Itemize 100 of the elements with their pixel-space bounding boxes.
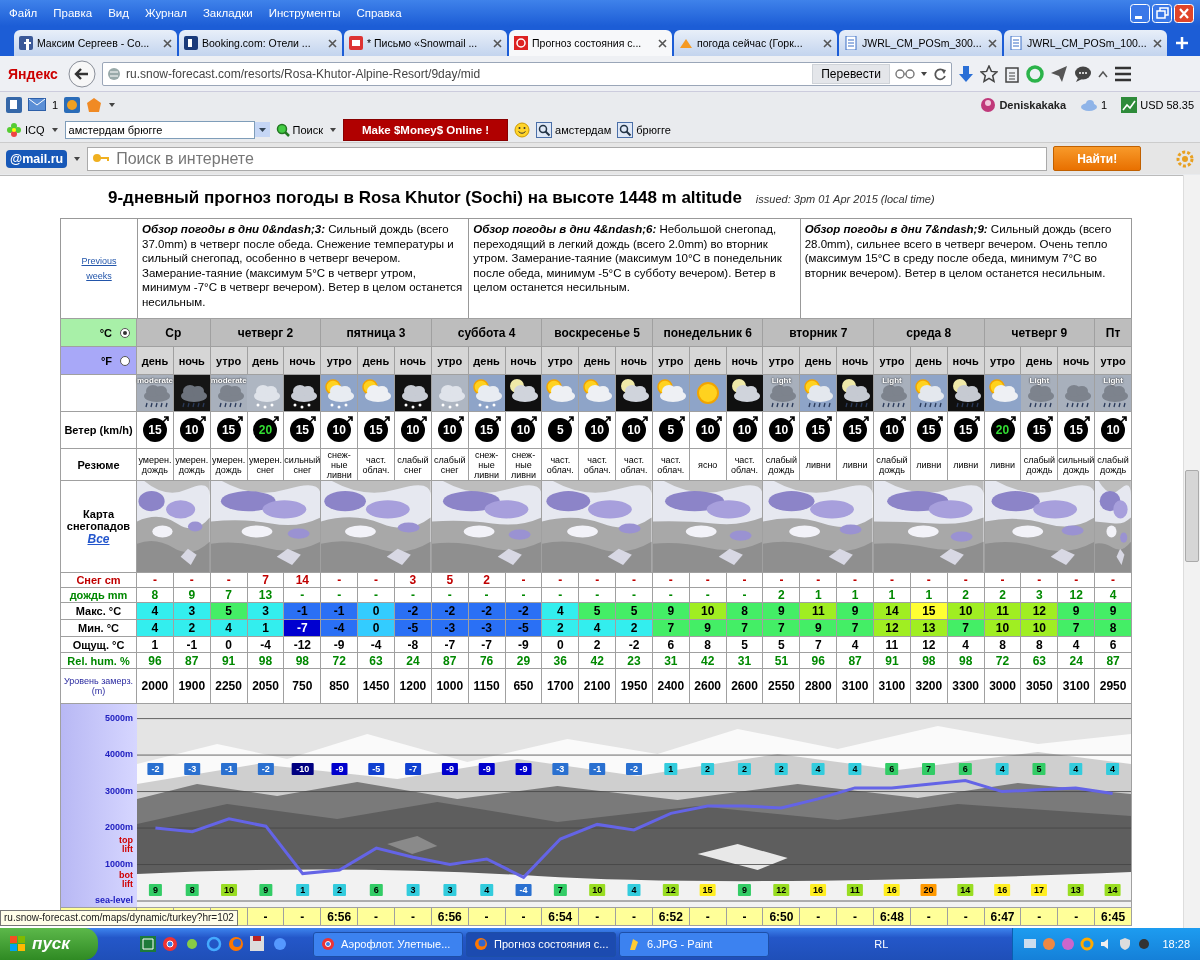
- close-icon[interactable]: [163, 38, 172, 48]
- table-cell: 2: [468, 573, 506, 588]
- link-tooltip: ru.snow-forecast.com/maps/dynamic/turkey?hr=102: [0, 910, 238, 926]
- caret-icon[interactable]: [108, 100, 117, 109]
- menu-item[interactable]: Справка: [348, 7, 410, 19]
- issued-time: issued: 3pm 01 Apr 2015 (local time): [755, 193, 935, 205]
- mail-logo[interactable]: @mail.ru: [6, 149, 68, 168]
- table-cell: 4: [579, 620, 617, 637]
- period-header: утро: [652, 347, 690, 375]
- restore-button[interactable]: [1152, 3, 1172, 23]
- circle-icon[interactable]: [1137, 937, 1152, 951]
- table-cell: -: [358, 908, 395, 926]
- table-cell: 14: [284, 573, 322, 588]
- globe-icon[interactable]: [272, 936, 288, 952]
- reload-icon[interactable]: [933, 66, 947, 81]
- clipboard-icon[interactable]: [1004, 64, 1020, 83]
- close-icon[interactable]: [988, 38, 997, 48]
- minimize-button[interactable]: [1130, 3, 1150, 23]
- wind-speed: 10: [732, 418, 757, 442]
- plus-icon[interactable]: [1175, 36, 1189, 50]
- monitor-icon[interactable]: [1023, 937, 1038, 951]
- chat-icon[interactable]: [1074, 64, 1092, 83]
- caret-icon: [920, 69, 928, 78]
- temperature-badge: -3: [552, 763, 569, 775]
- wind-speed: 15: [953, 418, 978, 442]
- close-icon[interactable]: [1153, 38, 1162, 48]
- caret-icon[interactable]: [329, 125, 338, 134]
- table-cell: 3: [173, 603, 211, 620]
- close-icon[interactable]: [823, 38, 832, 48]
- table-cell: 6:47: [984, 908, 1022, 926]
- search-link[interactable]: брюгге: [636, 123, 671, 136]
- taskbar-button[interactable]: Прогноз состояния с...: [466, 931, 616, 957]
- floppy-icon[interactable]: [250, 936, 266, 952]
- shield-icon[interactable]: [1118, 937, 1133, 951]
- menu-item[interactable]: Закладки: [194, 7, 261, 19]
- paper-plane-icon[interactable]: [1050, 64, 1068, 83]
- smiley-icon[interactable]: [514, 121, 531, 138]
- glasses-icon: [895, 68, 915, 79]
- arrow-icon: [1008, 415, 1018, 424]
- search-button[interactable]: Поиск: [292, 123, 324, 136]
- translate-button[interactable]: Перевести: [812, 63, 890, 84]
- close-icon[interactable]: [328, 38, 337, 48]
- browser-tab[interactable]: JWRL_CM_POSm_100...: [1004, 30, 1167, 56]
- circle-icon[interactable]: [64, 96, 81, 113]
- table-cell: 9: [1095, 603, 1132, 620]
- menu-item[interactable]: Инструменты: [260, 7, 349, 19]
- close-icon[interactable]: [658, 38, 667, 48]
- period-header: ночь: [726, 347, 764, 375]
- address-field[interactable]: ru.snow-forecast.com/resorts/Rosa-Khutor-Alpine-Resort/9day/mid Перевести: [102, 61, 952, 86]
- globe-icon[interactable]: [206, 936, 222, 952]
- previous-weeks-link[interactable]: Previous weeks: [77, 254, 121, 283]
- browser-tab[interactable]: Максим Сергеев - Co...: [14, 30, 177, 56]
- table-cell: -12: [284, 637, 322, 653]
- temperature-badge: 4: [1106, 763, 1120, 775]
- square-icon[interactable]: [6, 96, 22, 113]
- menu-item[interactable]: Журнал: [136, 7, 195, 19]
- radio-button[interactable]: [120, 327, 130, 338]
- radio-button[interactable]: [120, 355, 130, 366]
- table-cell: 87: [1095, 653, 1132, 669]
- user-name[interactable]: Deniskakaka: [999, 98, 1067, 111]
- menu-item[interactable]: Вид: [100, 7, 137, 19]
- taskbar-button[interactable]: 6.JPG - Paint: [619, 931, 769, 957]
- icq-button[interactable]: ICQ: [25, 123, 45, 136]
- table-cell: 3: [247, 603, 285, 620]
- menu-item[interactable]: Правка: [45, 7, 101, 19]
- browser-tab[interactable]: Booking.com: Отели ...: [179, 30, 342, 56]
- envelope-icon[interactable]: [28, 98, 46, 111]
- browser-tab[interactable]: * Письмо «Snowmail ...: [344, 30, 507, 56]
- table-cell: 87: [431, 653, 469, 669]
- ad-button[interactable]: Make $Money$ Online !: [343, 118, 509, 141]
- download-icon[interactable]: [958, 64, 974, 83]
- search-query-field[interactable]: амстердам брюгге: [64, 120, 255, 139]
- browser-tab[interactable]: JWRL_CM_POSm_300...: [839, 30, 1002, 56]
- table-cell: -: [579, 908, 617, 926]
- browser-tab[interactable]: погода сейчас (Горк...: [674, 30, 837, 56]
- all-maps-link[interactable]: Все: [87, 531, 110, 546]
- back-button[interactable]: [68, 59, 96, 88]
- menu-icon[interactable]: [1114, 65, 1132, 82]
- menu-item[interactable]: Файл: [1, 7, 46, 19]
- star-icon[interactable]: [980, 64, 998, 83]
- table-cell: -: [1095, 573, 1132, 588]
- caret-icon[interactable]: [73, 154, 82, 163]
- arrow-icon: [787, 415, 797, 424]
- close-button[interactable]: [1174, 3, 1194, 23]
- browser-tab[interactable]: Прогноз состояния с...: [509, 30, 672, 56]
- caret-up-icon[interactable]: [1098, 69, 1108, 78]
- wind-speed: 10: [511, 418, 536, 442]
- language-indicator[interactable]: RL: [874, 938, 889, 950]
- caret-icon[interactable]: [50, 125, 59, 134]
- close-icon[interactable]: [493, 38, 502, 48]
- spreadsheet-icon[interactable]: [140, 936, 156, 952]
- table-cell: 9: [1058, 603, 1096, 620]
- search-field[interactable]: Поиск в интернете: [87, 146, 1048, 171]
- taskbar-button[interactable]: Аэрофлот. Улетные...: [313, 931, 463, 957]
- table-cell: 8: [984, 637, 1022, 653]
- sun-icon[interactable]: [184, 936, 200, 952]
- chrome-icon[interactable]: [162, 936, 178, 952]
- table-cell: -: [210, 573, 248, 588]
- search-link[interactable]: амстердам: [555, 123, 612, 136]
- fox-icon[interactable]: [228, 936, 244, 952]
